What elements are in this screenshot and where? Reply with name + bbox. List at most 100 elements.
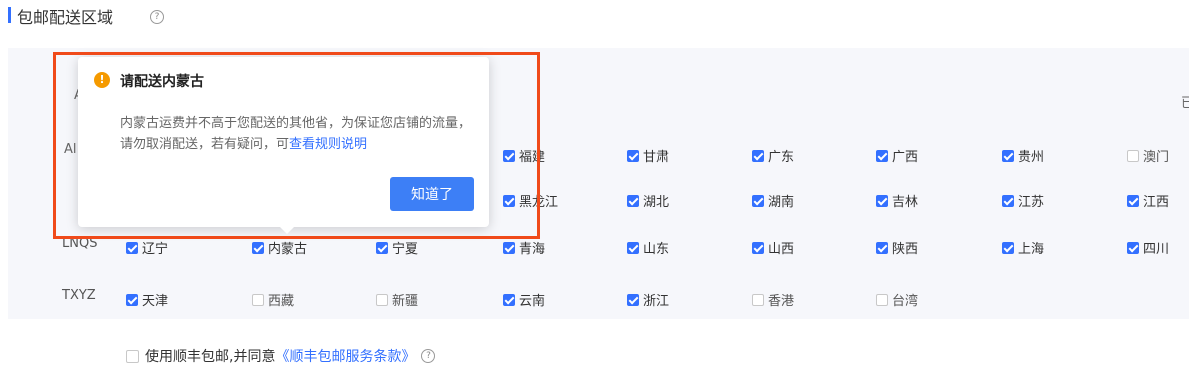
popover-arrow <box>278 225 296 234</box>
province-checkbox[interactable]: 江西 <box>1127 191 1169 210</box>
province-label: 山东 <box>643 242 670 257</box>
province-label: 台湾 <box>892 294 919 309</box>
got-it-button[interactable]: 知道了 <box>390 177 474 211</box>
province-label: 香港 <box>768 294 795 309</box>
province-checkbox[interactable]: 宁夏 <box>376 238 418 257</box>
province-checkbox[interactable]: 贵州 <box>1002 146 1044 165</box>
province-label: 陕西 <box>892 242 919 257</box>
checkbox-icon[interactable] <box>876 194 888 207</box>
checkbox-icon[interactable] <box>1127 241 1139 254</box>
help-icon[interactable]: ? <box>421 349 436 363</box>
province-checkbox[interactable]: 澳门 <box>1127 146 1169 165</box>
popover-body: 内蒙古运费并不高于您配送的其他省，为保证您店铺的流量，请勿取消配送，若有疑问，可… <box>120 113 472 155</box>
province-label: 天津 <box>142 294 169 309</box>
notice-popover: ! 请配送内蒙古 内蒙古运费并不高于您配送的其他省，为保证您店铺的流量，请勿取消… <box>78 57 489 227</box>
partial-row-label-2: Al <box>64 142 77 157</box>
province-checkbox[interactable]: 台湾 <box>876 290 918 309</box>
province-label: 江西 <box>1143 195 1170 210</box>
checkbox-icon[interactable] <box>376 293 388 306</box>
province-label: 新疆 <box>392 294 419 309</box>
checkbox-icon[interactable] <box>376 241 388 254</box>
province-label: 广东 <box>768 150 795 165</box>
sf-express-label: 使用顺丰包邮,并同意 <box>145 349 276 365</box>
checkbox-icon[interactable] <box>503 293 515 306</box>
province-checkbox[interactable]: 广西 <box>876 146 918 165</box>
sf-express-option: 使用顺丰包邮,并同意 《顺丰包邮服务条款》 ? <box>126 346 436 366</box>
checkbox-icon[interactable] <box>627 149 639 162</box>
checkbox-icon[interactable] <box>876 241 888 254</box>
checkbox-icon[interactable] <box>1127 149 1139 162</box>
province-checkbox[interactable]: 陕西 <box>876 238 918 257</box>
province-checkbox[interactable]: 湖南 <box>752 191 794 210</box>
row-group-label: TXYZ <box>62 288 96 303</box>
province-label: 吉林 <box>892 195 919 210</box>
province-label: 浙江 <box>643 294 670 309</box>
checkbox-icon[interactable] <box>503 149 515 162</box>
row-group-label: LNQS <box>62 236 98 251</box>
checkbox-icon[interactable] <box>252 293 264 306</box>
province-label: 福建 <box>519 150 546 165</box>
province-checkbox[interactable]: 内蒙古 <box>252 238 307 257</box>
checkbox-icon[interactable] <box>752 149 764 162</box>
province-label: 云南 <box>519 294 546 309</box>
province-checkbox[interactable]: 甘肃 <box>627 146 669 165</box>
province-label: 广西 <box>892 150 919 165</box>
province-checkbox[interactable]: 山西 <box>752 238 794 257</box>
section-accent-bar <box>8 7 11 23</box>
province-label: 宁夏 <box>392 242 419 257</box>
checkbox-icon[interactable] <box>752 194 764 207</box>
province-label: 内蒙古 <box>268 242 308 257</box>
province-label: 贵州 <box>1018 150 1045 165</box>
view-rules-link[interactable]: 查看规则说明 <box>289 137 367 152</box>
province-checkbox[interactable]: 香港 <box>752 290 794 309</box>
checkbox-icon[interactable] <box>1002 241 1014 254</box>
province-checkbox[interactable]: 青海 <box>503 238 545 257</box>
checkbox-icon[interactable] <box>627 194 639 207</box>
checkbox-icon[interactable] <box>876 149 888 162</box>
province-checkbox[interactable]: 吉林 <box>876 191 918 210</box>
checkbox-icon[interactable] <box>1127 194 1139 207</box>
partial-selected-count: 已 <box>1181 96 1189 111</box>
warning-icon: ! <box>94 72 110 88</box>
checkbox-icon[interactable] <box>503 241 515 254</box>
checkbox-icon[interactable] <box>1002 194 1014 207</box>
province-checkbox[interactable]: 江苏 <box>1002 191 1044 210</box>
province-label: 山西 <box>768 242 795 257</box>
sf-express-checkbox[interactable] <box>126 349 139 363</box>
province-checkbox[interactable]: 福建 <box>503 146 545 165</box>
province-checkbox[interactable]: 湖北 <box>627 191 669 210</box>
province-checkbox[interactable]: 辽宁 <box>126 238 168 257</box>
province-checkbox[interactable]: 四川 <box>1127 238 1169 257</box>
province-checkbox[interactable]: 浙江 <box>627 290 669 309</box>
province-checkbox[interactable]: 广东 <box>752 146 794 165</box>
province-label: 湖北 <box>643 195 670 210</box>
checkbox-icon[interactable] <box>126 241 138 254</box>
province-label: 青海 <box>519 242 546 257</box>
province-checkbox[interactable]: 上海 <box>1002 238 1044 257</box>
checkbox-icon[interactable] <box>252 241 264 254</box>
province-checkbox[interactable]: 云南 <box>503 290 545 309</box>
sf-terms-link[interactable]: 《顺丰包邮服务条款》 <box>275 346 415 366</box>
province-checkbox[interactable]: 西藏 <box>252 290 294 309</box>
help-icon[interactable]: ? <box>150 10 164 24</box>
checkbox-icon[interactable] <box>752 241 764 254</box>
province-label: 黑龙江 <box>519 195 559 210</box>
province-label: 甘肃 <box>643 150 670 165</box>
province-checkbox[interactable]: 山东 <box>627 238 669 257</box>
section-title: 包邮配送区域 <box>17 8 114 27</box>
checkbox-icon[interactable] <box>752 293 764 306</box>
checkbox-icon[interactable] <box>503 194 515 207</box>
checkbox-icon[interactable] <box>627 293 639 306</box>
checkbox-icon[interactable] <box>876 293 888 306</box>
province-checkbox[interactable]: 新疆 <box>376 290 418 309</box>
checkbox-icon[interactable] <box>1002 149 1014 162</box>
checkbox-icon[interactable] <box>627 241 639 254</box>
checkbox-icon[interactable] <box>126 293 138 306</box>
province-label: 四川 <box>1143 242 1170 257</box>
province-label: 上海 <box>1018 242 1045 257</box>
province-checkbox[interactable]: 黑龙江 <box>503 191 558 210</box>
popover-title: 请配送内蒙古 <box>120 74 204 90</box>
province-label: 江苏 <box>1018 195 1045 210</box>
province-label: 西藏 <box>268 294 295 309</box>
province-checkbox[interactable]: 天津 <box>126 290 168 309</box>
